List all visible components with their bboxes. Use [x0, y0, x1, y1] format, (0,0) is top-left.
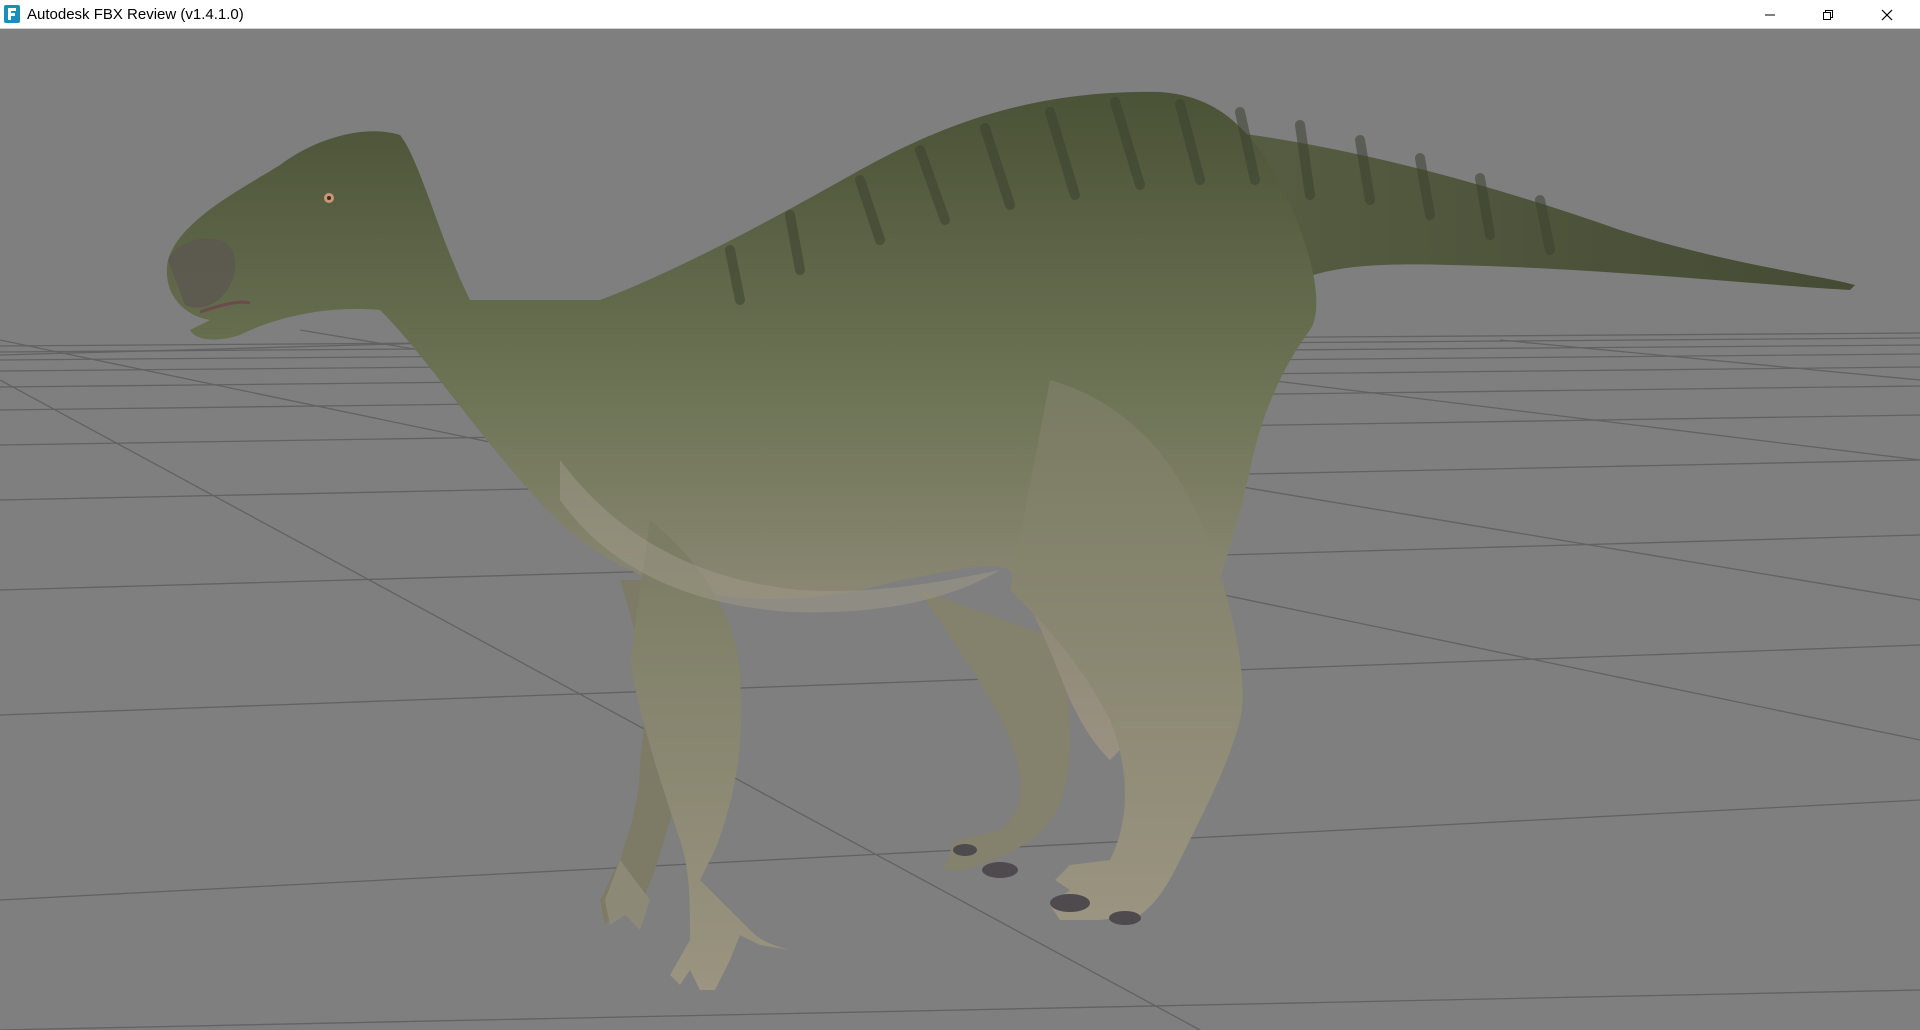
close-button[interactable] — [1858, 0, 1916, 29]
dinosaur-model — [166, 91, 1855, 990]
viewport-canvas — [0, 91, 1920, 1030]
restore-icon — [1823, 9, 1833, 20]
window-title: Autodesk FBX Review (v1.4.1.0) — [27, 6, 244, 23]
3d-viewport[interactable] — [0, 29, 1920, 1030]
fbx-review-app-icon — [4, 5, 20, 23]
minimize-button[interactable] — [1741, 0, 1799, 29]
close-icon — [1881, 9, 1893, 20]
minimize-icon — [1765, 14, 1775, 15]
title-bar: Autodesk FBX Review (v1.4.1.0) — [0, 0, 1920, 29]
restore-button[interactable] — [1799, 0, 1857, 29]
